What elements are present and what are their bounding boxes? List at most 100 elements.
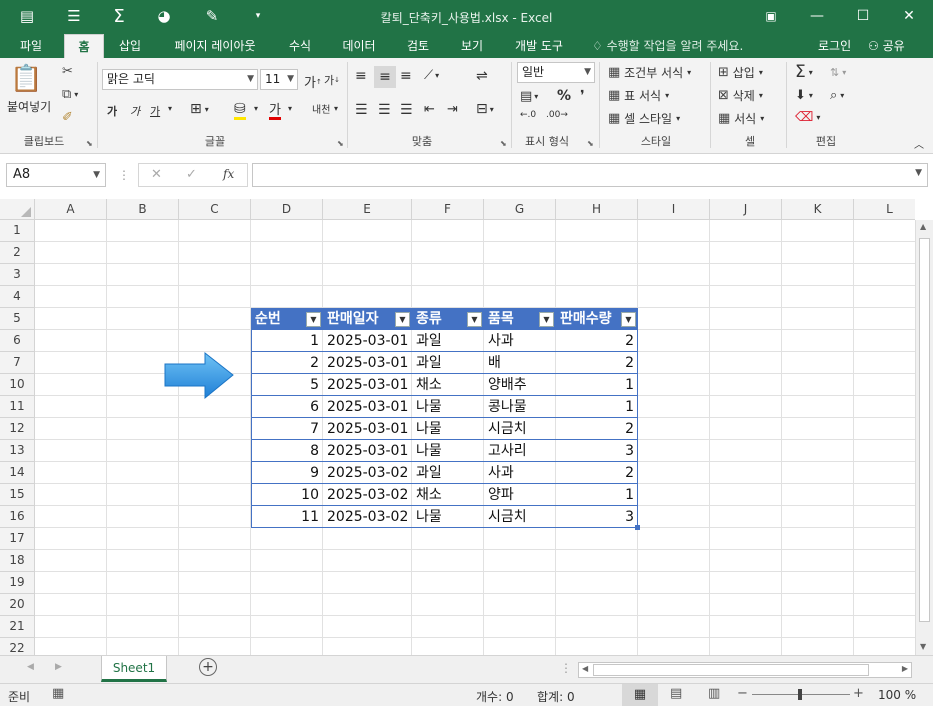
row-header[interactable]: 14 [0, 462, 35, 484]
table-cell[interactable]: 7 [251, 418, 323, 440]
row-header[interactable]: 12 [0, 418, 35, 440]
table-cell[interactable]: 1 [556, 374, 638, 396]
row-header[interactable]: 11 [0, 396, 35, 418]
tab-formulas[interactable]: 수식 [278, 34, 322, 58]
table-cell[interactable]: 나물 [412, 396, 484, 418]
table-cell[interactable]: 1 [556, 484, 638, 506]
table-cell[interactable]: 5 [251, 374, 323, 396]
formula-input[interactable]: ▼ [252, 163, 928, 187]
clear-icon[interactable]: ⌫ ▾ [795, 110, 820, 125]
column-header[interactable]: G [484, 199, 556, 220]
table-cell[interactable]: 6 [251, 396, 323, 418]
merge-center-icon[interactable]: ⊟ ▾ [476, 101, 494, 117]
table-cell[interactable]: 2 [556, 352, 638, 374]
table-cell[interactable]: 11 [251, 506, 323, 528]
decrease-decimal-icon[interactable]: .00→ [546, 110, 568, 120]
align-launcher-icon[interactable]: ⬊ [500, 139, 508, 148]
sheet-tab-sheet1[interactable]: Sheet1 [101, 656, 167, 682]
table-cell[interactable]: 2025-03-01 [323, 374, 412, 396]
table-cell[interactable]: 2025-03-01 [323, 396, 412, 418]
horizontal-scrollbar[interactable]: ◀ ▶ [578, 662, 912, 678]
table-cell[interactable]: 2025-03-01 [323, 330, 412, 352]
table-cell[interactable]: 시금치 [484, 418, 556, 440]
maximize-button[interactable]: ☐ [840, 0, 886, 32]
table-cell[interactable]: 나물 [412, 506, 484, 528]
zoom-level[interactable]: 100 % [878, 688, 916, 702]
row-header[interactable]: 2 [0, 242, 35, 264]
bold-button[interactable]: 가 [107, 103, 117, 119]
table-cell[interactable]: 2025-03-01 [323, 440, 412, 462]
fill-color-icon[interactable]: ⛁ [234, 100, 246, 120]
table-cell[interactable]: 2025-03-01 [323, 418, 412, 440]
borders-icon[interactable]: ⊞ ▾ [190, 101, 209, 117]
table-cell[interactable]: 2 [556, 330, 638, 352]
ribbon-display-icon[interactable]: ▣ [748, 0, 794, 32]
table-cell[interactable]: 나물 [412, 418, 484, 440]
fill-dropdown-icon[interactable]: ▾ [254, 104, 258, 113]
scroll-left-icon[interactable]: ◀ [582, 664, 588, 673]
italic-button[interactable]: 가 [130, 103, 140, 119]
column-header[interactable]: F [412, 199, 484, 220]
table-cell[interactable]: 양파 [484, 484, 556, 506]
increase-indent-icon[interactable]: ⇥ [447, 102, 458, 117]
filter-dropdown-icon[interactable]: ▼ [467, 312, 482, 327]
column-header[interactable]: A [35, 199, 107, 220]
table-resize-handle[interactable] [635, 525, 640, 530]
fill-down-icon[interactable]: ⬇ ▾ [795, 88, 813, 103]
row-header[interactable]: 20 [0, 594, 35, 616]
table-cell[interactable]: 3 [556, 506, 638, 528]
tab-page-layout[interactable]: 페이지 레이아웃 [162, 34, 268, 58]
column-header[interactable]: J [710, 199, 782, 220]
decrease-indent-icon[interactable]: ⇤ [424, 102, 435, 117]
cancel-formula-icon[interactable]: ✕ [151, 167, 162, 182]
table-cell[interactable]: 고사리 [484, 440, 556, 462]
font-size-combo[interactable]: 11 ▼ [260, 69, 298, 90]
column-header[interactable]: D [251, 199, 323, 220]
column-header[interactable]: E [323, 199, 412, 220]
vertical-scrollbar[interactable]: ▲ ▼ [915, 220, 933, 656]
autosum-ribbon-icon[interactable]: Σ ▾ [795, 62, 813, 82]
worksheet-grid[interactable]: ABCDEFGHIJKL 1 2 3 4 5 6 7 10 11 12 13 14 15 16 17 18 19… [0, 199, 915, 655]
login-button[interactable]: 로그인 [818, 34, 851, 58]
orientation-icon[interactable]: ⟋ ▾ [424, 68, 439, 83]
align-bottom-icon[interactable]: ≡ [400, 68, 412, 84]
table-cell[interactable]: 양배추 [484, 374, 556, 396]
add-sheet-icon[interactable]: + [199, 658, 217, 676]
insert-function-icon[interactable]: fx [223, 167, 234, 181]
align-left-icon[interactable]: ☰ [355, 102, 368, 118]
insert-cells-button[interactable]: ⊞ 삽입 ▾ [718, 64, 763, 81]
table-cell[interactable]: 과일 [412, 462, 484, 484]
row-header[interactable]: 21 [0, 616, 35, 638]
align-right-icon[interactable]: ☰ [400, 102, 413, 118]
phonetic-dropdown-icon[interactable]: ▾ [334, 104, 338, 113]
scroll-down-icon[interactable]: ▼ [920, 642, 926, 651]
increase-decimal-icon[interactable]: ←.0 [520, 110, 536, 120]
column-header[interactable]: K [782, 199, 854, 220]
percent-icon[interactable]: % [557, 88, 571, 104]
table-cell[interactable]: 배 [484, 352, 556, 374]
table-cell[interactable]: 2025-03-02 [323, 462, 412, 484]
align-top-icon[interactable]: ≡ [355, 68, 367, 84]
comma-icon[interactable]: ❜ [580, 88, 585, 104]
tab-home[interactable]: 홈 [64, 34, 104, 58]
expand-formula-icon[interactable]: ▼ [915, 168, 922, 178]
row-header[interactable]: 10 [0, 374, 35, 396]
number-format-combo[interactable]: 일반 ▼ [517, 62, 595, 83]
table-cell[interactable]: 2025-03-02 [323, 484, 412, 506]
zoom-slider-thumb[interactable] [798, 689, 802, 700]
close-button[interactable]: ✕ [886, 0, 932, 32]
table-cell[interactable]: 10 [251, 484, 323, 506]
table-cell[interactable]: 9 [251, 462, 323, 484]
table-cell[interactable]: 사과 [484, 462, 556, 484]
filter-dropdown-icon[interactable]: ▼ [539, 312, 554, 327]
table-cell[interactable]: 2025-03-02 [323, 506, 412, 528]
tab-insert[interactable]: 삽입 [110, 34, 150, 58]
table-cell[interactable]: 2 [251, 352, 323, 374]
phonetic-button[interactable]: 내천 [312, 101, 330, 116]
underline-button[interactable]: 가 [150, 103, 160, 119]
zoom-in-icon[interactable]: + [853, 686, 864, 701]
macro-record-icon[interactable]: ▦ [52, 686, 64, 701]
table-cell[interactable]: 콩나물 [484, 396, 556, 418]
table-cell[interactable]: 시금치 [484, 506, 556, 528]
tab-developer[interactable]: 개발 도구 [504, 34, 574, 58]
